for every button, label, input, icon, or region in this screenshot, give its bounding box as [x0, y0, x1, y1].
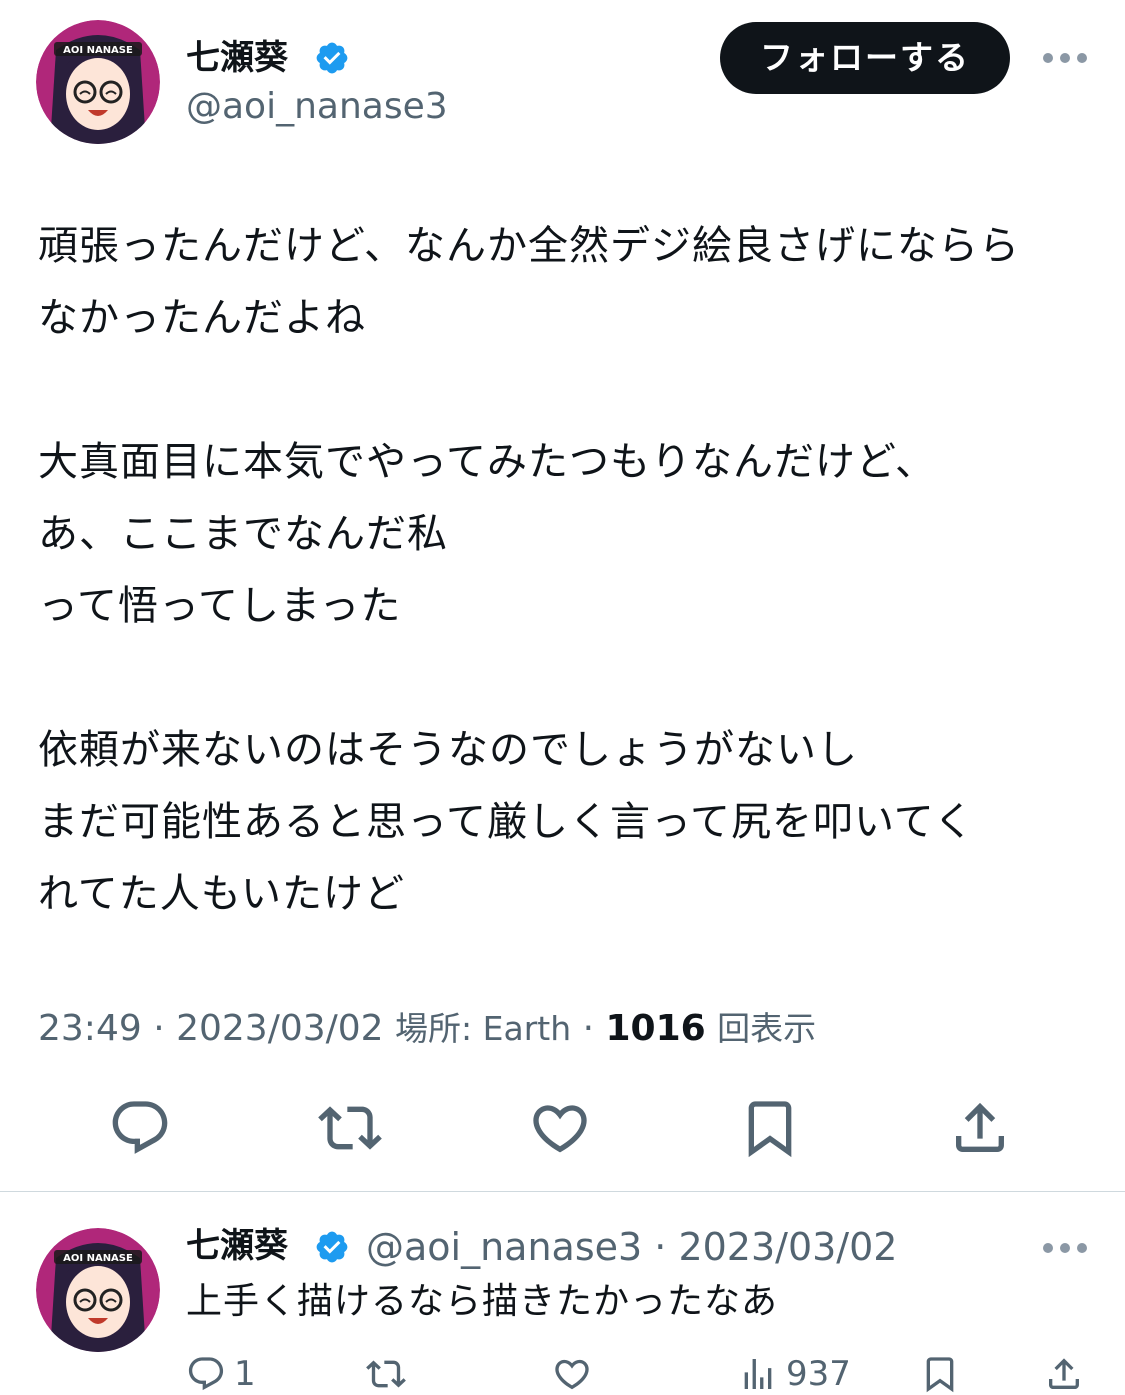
tweet-line: 頑張ったんだけど、なんか全然デジ絵良さげにならら — [38, 223, 1020, 269]
tweet-line: 依頼が来ないのはそうなのでしょうがないし — [38, 727, 858, 773]
like-icon[interactable] — [528, 1096, 592, 1160]
tweet-line: あ、ここまでなんだ私 — [38, 511, 448, 557]
reply-retweet-button[interactable] — [366, 1352, 406, 1395]
reply-more-options-icon[interactable] — [1040, 1238, 1090, 1258]
tweet-paragraph: 大真面目に本気でやってみたつもりなんだけど、 あ、ここまでなんだ私 って悟ってし… — [38, 426, 1098, 642]
retweet-icon — [366, 1360, 406, 1388]
follow-button[interactable]: フォローする — [720, 22, 1010, 94]
reply-handle-line: @aoi_nanase3 · 2023/03/02 — [366, 1224, 897, 1270]
reply-date[interactable]: 2023/03/02 — [678, 1225, 897, 1269]
tweet-text: 頑張ったんだけど、なんか全然デジ絵良さげにならら なかったんだよね 大真面目に本… — [38, 210, 1098, 1002]
view-count[interactable]: 1016 — [606, 1008, 706, 1049]
reply-icon[interactable] — [108, 1096, 172, 1160]
tweet-date[interactable]: 2023/03/02 — [176, 1008, 384, 1049]
reply-icon — [188, 1357, 224, 1391]
meta-separator: · — [582, 1008, 606, 1049]
reply-view-count: 937 — [786, 1354, 851, 1394]
reply-like-button[interactable] — [552, 1352, 592, 1395]
bookmark-icon — [926, 1357, 954, 1393]
tweet-line: って悟ってしまった — [38, 583, 402, 629]
tweet-line: まだ可能性あると思って厳しく言って尻を叩いてく — [38, 799, 975, 845]
tweet-divider — [0, 1191, 1125, 1192]
meta-separator: · — [642, 1225, 679, 1269]
verified-badge-icon — [314, 40, 350, 76]
verified-badge-icon — [314, 1229, 350, 1265]
tweet-meta: 23:49 · 2023/03/02 場所: Earth · 1016 回表示 — [38, 1004, 816, 1054]
reply-bookmark-button[interactable] — [920, 1352, 960, 1395]
view-count-label: 回表示 — [717, 1009, 817, 1048]
reply-reply-button[interactable]: 1 — [186, 1352, 256, 1395]
reply-views-button[interactable]: 937 — [738, 1352, 851, 1395]
meta-separator: · — [153, 1008, 177, 1049]
share-icon[interactable] — [948, 1096, 1012, 1160]
reply-author-avatar[interactable]: AOI NANASE — [36, 1228, 160, 1352]
more-options-icon[interactable] — [1040, 48, 1090, 68]
author-name[interactable]: 七瀬葵 — [186, 38, 288, 78]
reply-count: 1 — [234, 1354, 256, 1394]
bookmark-icon[interactable] — [738, 1096, 802, 1160]
reply-author-name[interactable]: 七瀬葵 — [186, 1226, 288, 1266]
tweet-line: なかったんだよね — [38, 295, 366, 341]
avatar-logo-text: AOI NANASE — [63, 1253, 133, 1264]
tweet-paragraph: 依頼が来ないのはそうなのでしょうがないし まだ可能性あると思って厳しく言って尻を… — [38, 714, 1098, 930]
retweet-icon[interactable] — [318, 1096, 382, 1160]
reply-author-handle[interactable]: @aoi_nanase3 — [366, 1225, 642, 1269]
author-avatar[interactable]: AOI NANASE — [36, 20, 160, 144]
like-icon — [555, 1359, 589, 1390]
author-handle[interactable]: @aoi_nanase3 — [186, 86, 448, 128]
tweet-time[interactable]: 23:49 — [38, 1008, 142, 1049]
avatar-logo-text: AOI NANASE — [63, 45, 133, 56]
reply-share-button[interactable] — [1044, 1352, 1084, 1395]
reply-text: 上手く描けるなら描きたかったなあ — [186, 1281, 779, 1322]
tweet-paragraph: 頑張ったんだけど、なんか全然デジ絵良さげにならら なかったんだよね — [38, 210, 1098, 354]
analytics-icon — [744, 1359, 772, 1389]
tweet-location: 場所: Earth — [395, 1009, 572, 1048]
tweet-line: れてた人もいたけど — [38, 871, 405, 917]
share-icon — [1049, 1358, 1079, 1389]
tweet-line: 大真面目に本気でやってみたつもりなんだけど、 — [38, 439, 936, 485]
